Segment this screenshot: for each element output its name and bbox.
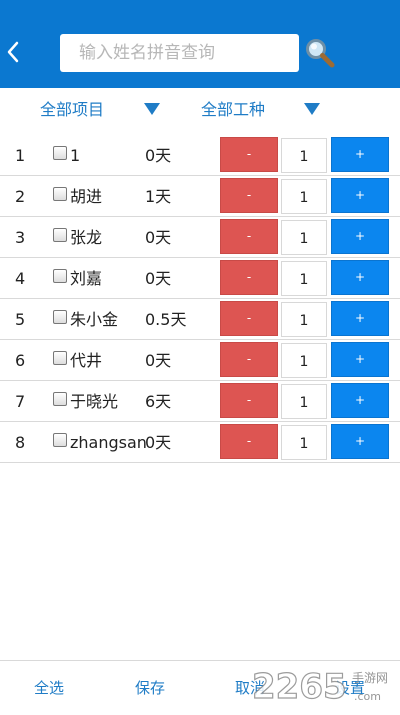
- increment-button[interactable]: +: [331, 137, 389, 172]
- increment-button[interactable]: +: [331, 301, 389, 336]
- row-checkbox[interactable]: [53, 228, 67, 242]
- increment-button[interactable]: +: [331, 178, 389, 213]
- list-item: 1 1 0天 - 1 +: [0, 136, 400, 176]
- worker-name: 代井: [70, 351, 103, 370]
- list-item: 2 胡进 1天 - 1 +: [0, 177, 400, 217]
- row-checkbox[interactable]: [53, 187, 67, 201]
- watermark-logo: 2265 手游网 .com: [248, 660, 400, 711]
- worker-name: 朱小金: [70, 310, 119, 329]
- worker-name: 1: [70, 146, 81, 165]
- quantity-field[interactable]: 1: [281, 425, 327, 460]
- worker-name: 张龙: [70, 228, 103, 247]
- row-checkbox[interactable]: [53, 392, 67, 406]
- decrement-button[interactable]: -: [220, 342, 278, 377]
- decrement-button[interactable]: -: [220, 301, 278, 336]
- list-item: 7 于晓光 6天 - 1 +: [0, 382, 400, 422]
- back-icon[interactable]: [6, 40, 24, 66]
- row-index: 4: [15, 269, 26, 288]
- list-item: 3 张龙 0天 - 1 +: [0, 218, 400, 258]
- increment-button[interactable]: +: [331, 219, 389, 254]
- decrement-button[interactable]: -: [220, 137, 278, 172]
- list-item: 5 朱小金 0.5天 - 1 +: [0, 300, 400, 340]
- quantity-field[interactable]: 1: [281, 179, 327, 214]
- quantity-field[interactable]: 1: [281, 261, 327, 296]
- row-checkbox[interactable]: [53, 433, 67, 447]
- increment-button[interactable]: +: [331, 260, 389, 295]
- row-index: 1: [15, 146, 26, 165]
- quantity-field[interactable]: 1: [281, 343, 327, 378]
- decrement-button[interactable]: -: [220, 383, 278, 418]
- work-days: 0天: [145, 351, 172, 370]
- work-days: 0.5天: [145, 310, 187, 329]
- row-index: 7: [15, 392, 26, 411]
- row-index: 3: [15, 228, 26, 247]
- quantity-field[interactable]: 1: [281, 384, 327, 419]
- decrement-button[interactable]: -: [220, 260, 278, 295]
- work-days: 0天: [145, 146, 172, 165]
- work-days: 0天: [145, 269, 172, 288]
- row-checkbox[interactable]: [53, 269, 67, 283]
- search-icon[interactable]: [304, 37, 336, 69]
- filter-bar: 全部项目 全部工种: [0, 88, 400, 137]
- worker-name: 胡进: [70, 187, 103, 206]
- list-item: 8 zhangsan 0天 - 1 +: [0, 423, 400, 463]
- increment-button[interactable]: +: [331, 383, 389, 418]
- project-filter[interactable]: 全部项目: [40, 100, 104, 120]
- quantity-field[interactable]: 1: [281, 302, 327, 337]
- work-days: 6天: [145, 392, 172, 411]
- worker-name: zhangsan: [70, 433, 147, 452]
- row-checkbox[interactable]: [53, 146, 67, 160]
- list-item: 6 代井 0天 - 1 +: [0, 341, 400, 381]
- decrement-button[interactable]: -: [220, 178, 278, 213]
- search-field[interactable]: [60, 34, 299, 72]
- row-index: 8: [15, 433, 26, 452]
- row-index: 6: [15, 351, 26, 370]
- row-checkbox[interactable]: [53, 310, 67, 324]
- svg-text:手游网: 手游网: [352, 671, 388, 685]
- row-index: 5: [15, 310, 26, 329]
- increment-button[interactable]: +: [331, 342, 389, 377]
- row-index: 2: [15, 187, 26, 206]
- chevron-down-icon[interactable]: [144, 103, 160, 115]
- work-type-filter[interactable]: 全部工种: [201, 100, 265, 120]
- search-input[interactable]: [77, 42, 291, 64]
- work-days: 0天: [145, 228, 172, 247]
- work-days: 1天: [145, 187, 172, 206]
- decrement-button[interactable]: -: [220, 219, 278, 254]
- increment-button[interactable]: +: [331, 424, 389, 459]
- work-days: 0天: [145, 433, 172, 452]
- worker-name: 于晓光: [70, 392, 119, 411]
- decrement-button[interactable]: -: [220, 424, 278, 459]
- select-all-button[interactable]: 全选: [34, 678, 64, 698]
- save-button[interactable]: 保存: [135, 678, 165, 698]
- svg-text:.com: .com: [354, 690, 381, 703]
- svg-text:2265: 2265: [252, 667, 347, 707]
- quantity-field[interactable]: 1: [281, 138, 327, 173]
- row-checkbox[interactable]: [53, 351, 67, 365]
- list-item: 4 刘嘉 0天 - 1 +: [0, 259, 400, 299]
- worker-name: 刘嘉: [70, 269, 103, 288]
- chevron-down-icon[interactable]: [304, 103, 320, 115]
- quantity-field[interactable]: 1: [281, 220, 327, 255]
